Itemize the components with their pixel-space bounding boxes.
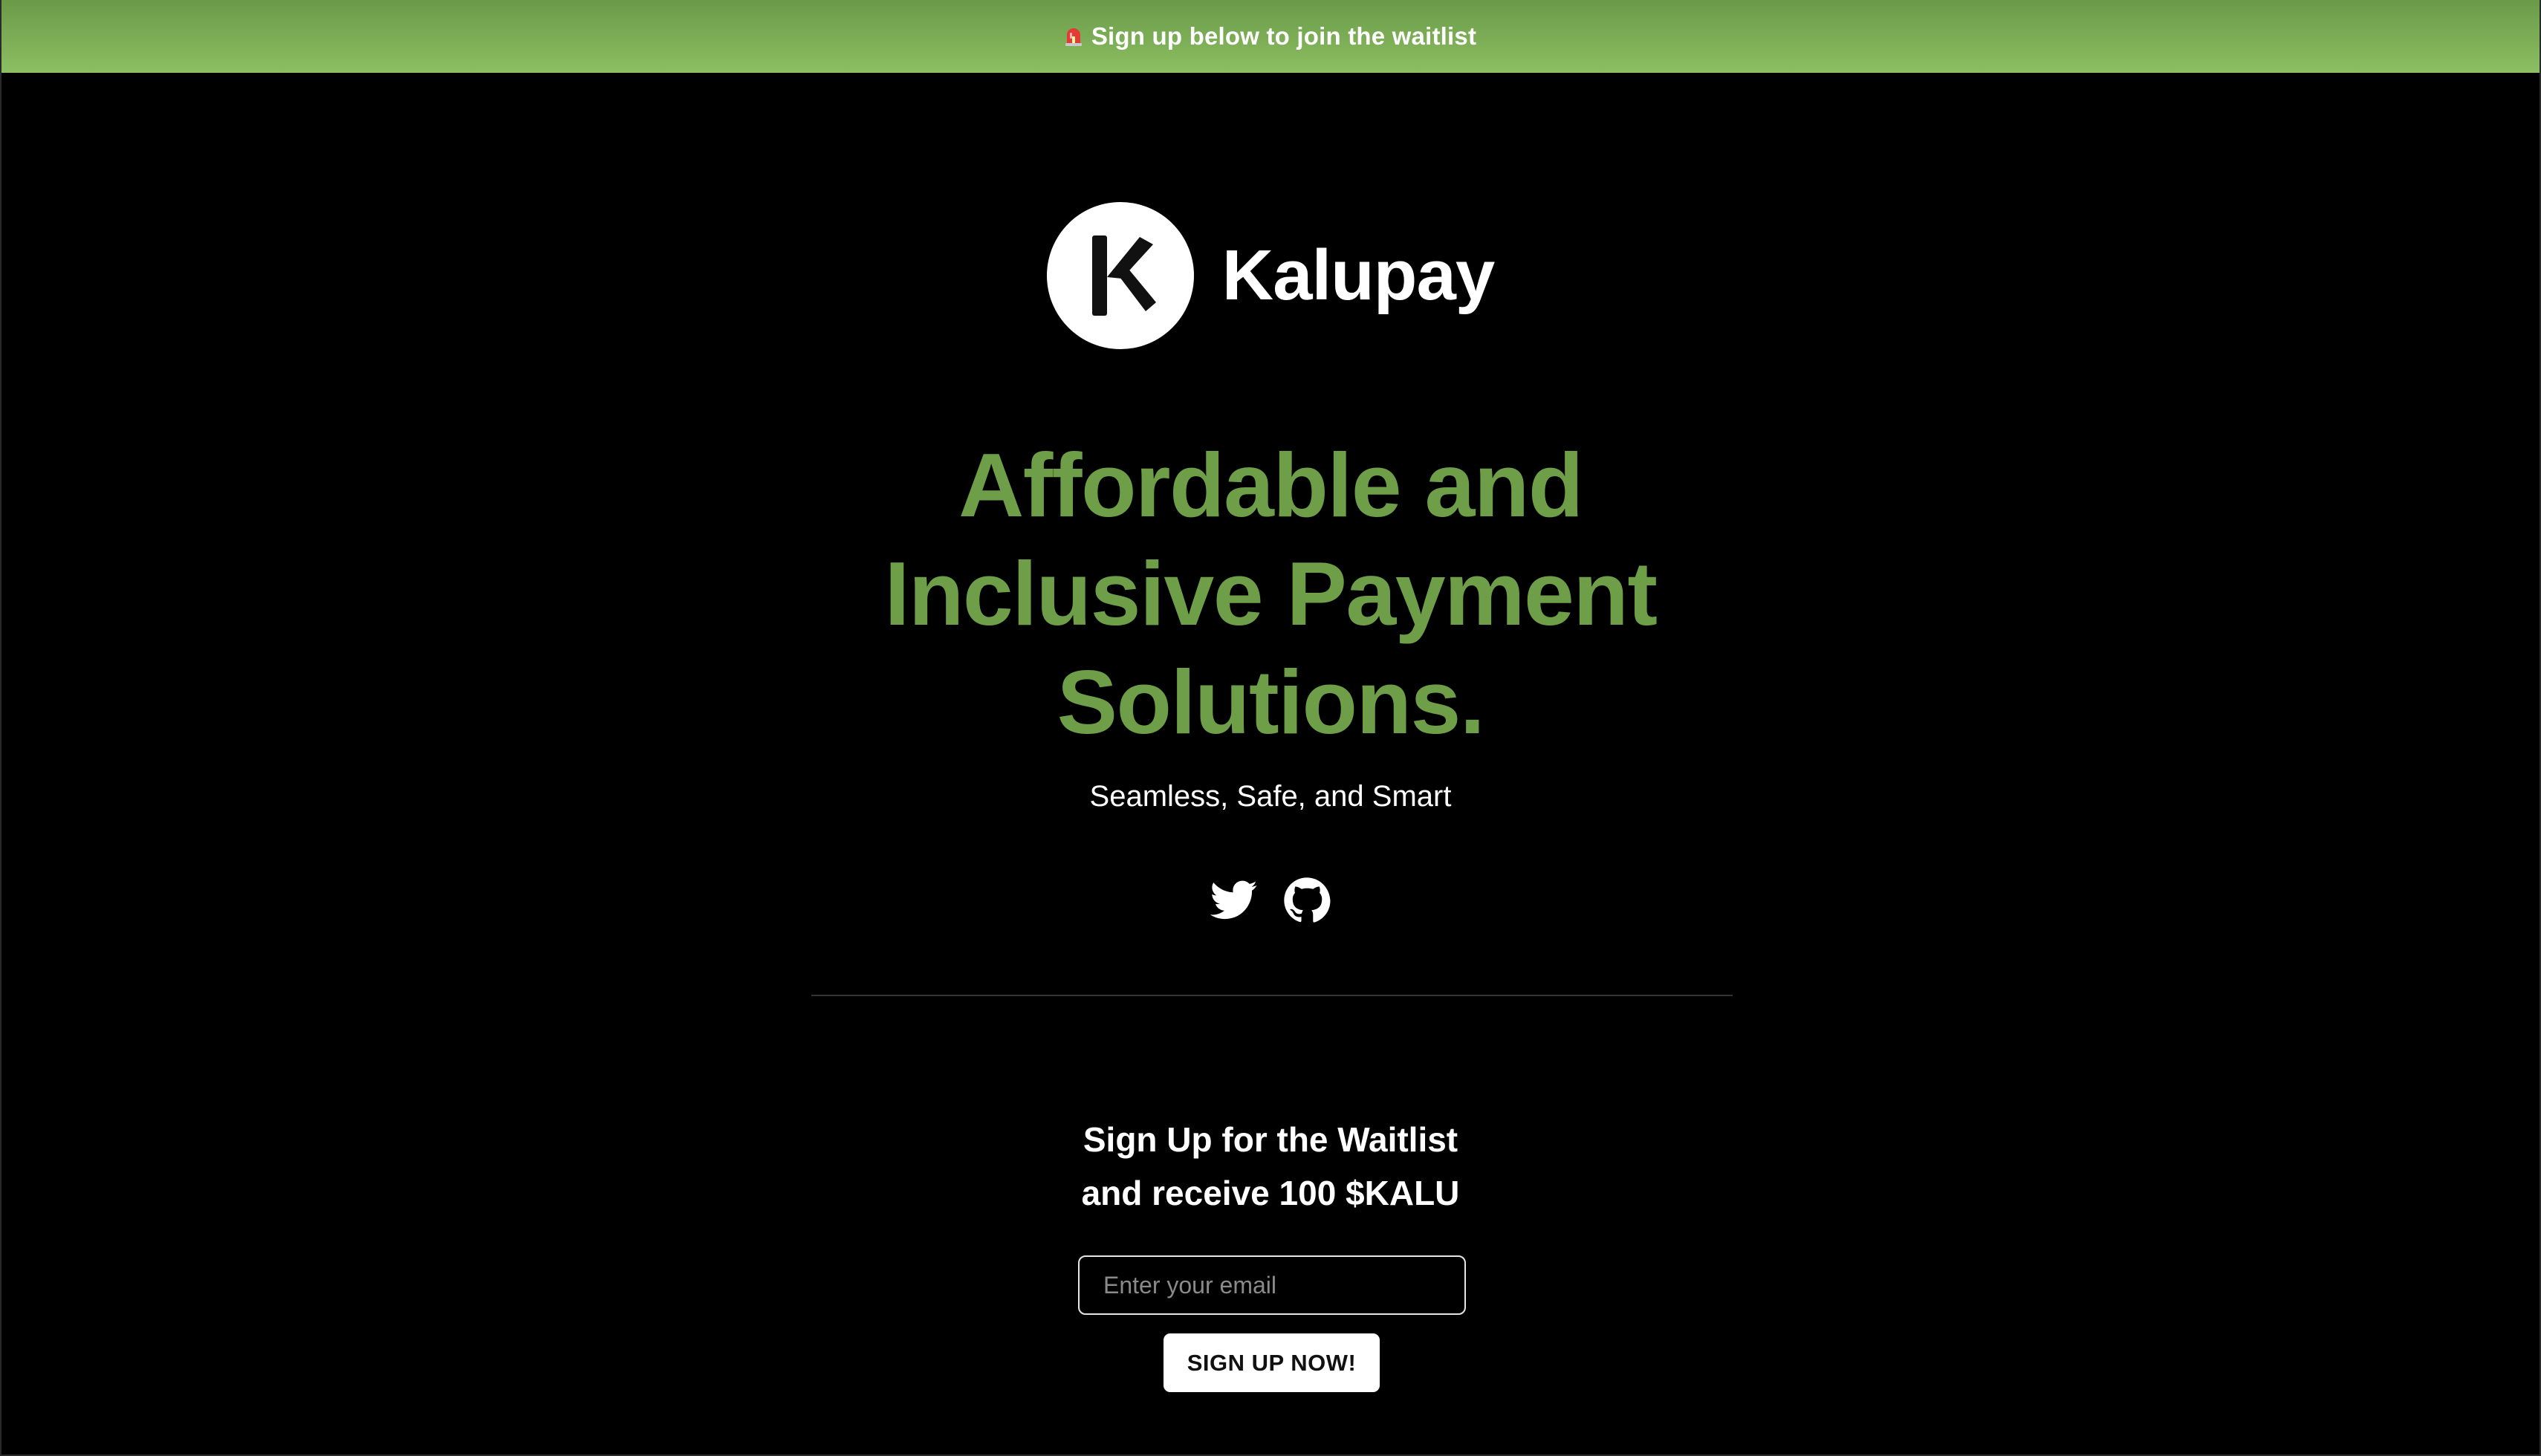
landing-page: Sign up below to join the waitlist Kalup… [0, 0, 2541, 1456]
brand-name: Kalupay [1221, 235, 1495, 315]
twitter-link[interactable] [1209, 875, 1259, 926]
announcement-banner: Sign up below to join the waitlist [1, 0, 2540, 73]
github-link[interactable] [1282, 875, 1332, 926]
section-divider [811, 995, 1733, 996]
email-input[interactable] [1078, 1255, 1466, 1315]
waitlist-heading-line-1: Sign Up for the Waitlist [1083, 1120, 1458, 1159]
brand-header: Kalupay [1, 202, 2540, 349]
hero-title-line-3: Solutions. [1057, 651, 1485, 753]
sign-up-button[interactable]: SIGN UP NOW! [1164, 1333, 1380, 1392]
hero-title: Affordable and Inclusive Payment Solutio… [1, 431, 2540, 756]
alarm-siren-icon [1065, 26, 1083, 47]
banner-text: Sign up below to join the waitlist [1091, 22, 1477, 50]
hero-subtitle: Seamless, Safe, and Smart [1089, 780, 1452, 813]
waitlist-heading: Sign Up for the Waitlist and receive 100… [1, 1113, 2540, 1220]
github-icon [1284, 877, 1331, 923]
hero-title-line-2: Inclusive Payment [884, 543, 1658, 644]
twitter-icon [1210, 880, 1257, 920]
waitlist-heading-line-2: and receive 100 $KALU [1081, 1174, 1460, 1212]
kalupay-k-logo-icon[interactable] [1046, 202, 1194, 349]
hero-title-line-1: Affordable and [958, 435, 1583, 536]
banner-content: Sign up below to join the waitlist [1065, 22, 1476, 51]
social-links [1, 875, 2540, 926]
